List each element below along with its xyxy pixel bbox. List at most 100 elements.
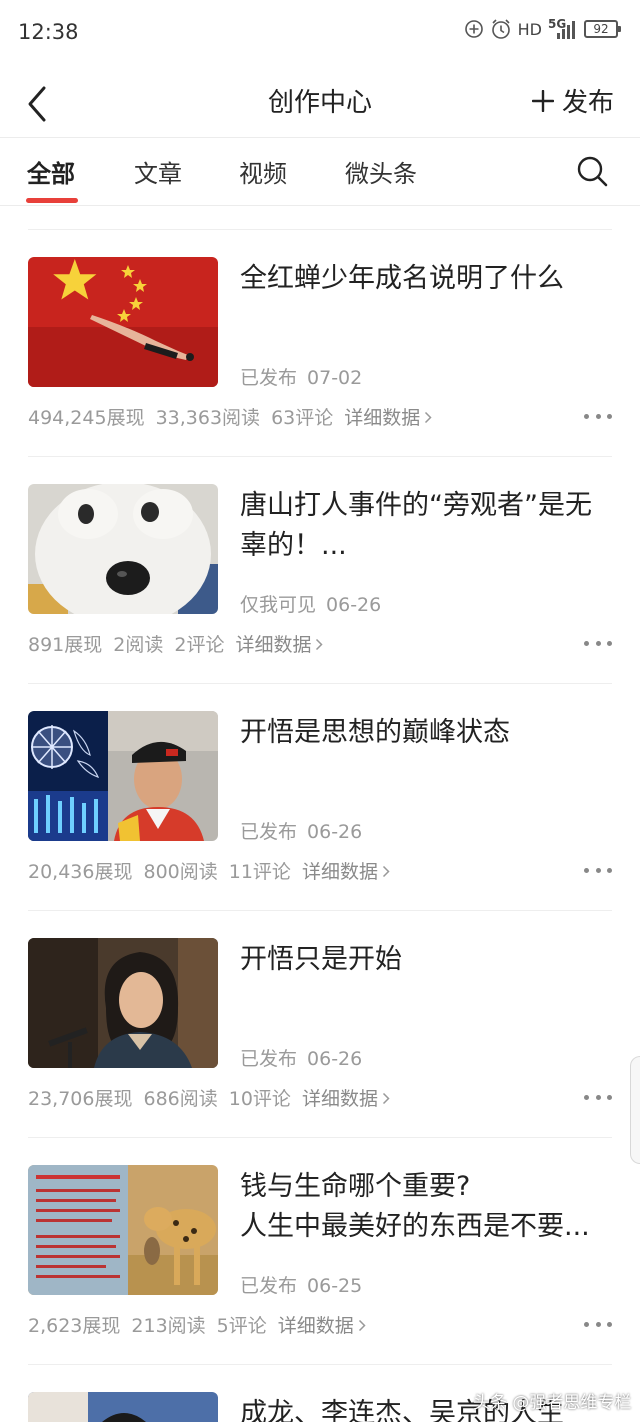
more-options-button[interactable]	[584, 632, 612, 654]
side-scroll-handle[interactable]	[630, 1056, 640, 1164]
more-options-button[interactable]	[584, 1086, 612, 1108]
article-thumbnail	[28, 1165, 218, 1295]
article-meta: 已发布 07-02	[240, 363, 362, 390]
content-tabs: 全部 文章 视频 微头条	[0, 138, 640, 206]
reads-count: 213阅读	[131, 1315, 206, 1337]
publish-date: 06-26	[307, 1048, 363, 1070]
article-title-line: 开悟是思想的巅峰状态	[240, 717, 510, 748]
article-thumbnail	[28, 711, 218, 841]
article-stats: 2,623展现 213阅读 5评论 详细数据	[28, 1311, 377, 1338]
detail-data-link[interactable]: 详细数据	[302, 1088, 390, 1110]
search-icon	[577, 156, 608, 187]
more-options-button[interactable]	[584, 405, 612, 427]
article-thumbnail	[28, 257, 218, 387]
creator-center-page: 12:38 HD 5G 92 创作中心 发布 全部 文章 视频 微头条 全红蝉少…	[0, 0, 640, 1422]
tab-articles[interactable]: 文章	[134, 154, 182, 189]
article-title-line: 钱与生命哪个重要?	[240, 1171, 471, 1202]
detail-data-label: 详细数据	[344, 407, 421, 429]
article-meta: 已发布 06-25	[240, 1271, 362, 1298]
active-tab-indicator	[26, 198, 78, 203]
publish-status: 已发布	[240, 1048, 298, 1070]
publish-status: 仅我可见	[240, 594, 317, 616]
publish-date: 06-25	[307, 1275, 363, 1297]
article-stats: 494,245展现 33,363阅读 63评论 详细数据	[28, 403, 443, 430]
detail-data-link[interactable]: 详细数据	[235, 634, 324, 656]
add-circle-icon	[464, 19, 484, 39]
publish-label: 发布	[561, 88, 614, 118]
article-title[interactable]: 开悟是思想的巅峰状态	[240, 713, 612, 753]
article-title-line: 开悟只是开始	[240, 944, 402, 975]
chevron-right-icon	[382, 1092, 390, 1104]
more-options-button[interactable]	[584, 1313, 612, 1335]
article-item[interactable]: 全红蝉少年成名说明了什么 已发布 07-02 494,245展现 33,363阅读 6…	[0, 229, 640, 457]
reads-count: 686阅读	[143, 1088, 218, 1110]
search-button[interactable]	[576, 155, 608, 187]
article-thumbnail	[28, 938, 218, 1068]
reads-count: 2阅读	[113, 634, 164, 656]
status-bar: 12:38 HD 5G 92	[0, 0, 640, 66]
comments-count: 2评论	[174, 634, 225, 656]
article-title-line: 人生中最美好的东西是不要...	[240, 1211, 590, 1242]
detail-data-label: 详细数据	[301, 1088, 378, 1110]
article-title[interactable]: 开悟只是开始	[240, 940, 612, 980]
publish-date: 07-02	[307, 367, 363, 389]
publish-status: 已发布	[240, 821, 298, 843]
article-title-line: 唐山打人事件的“旁观者”是无	[240, 490, 592, 521]
tab-all[interactable]: 全部	[27, 154, 75, 189]
chevron-right-icon	[382, 865, 390, 877]
reads-count: 800阅读	[143, 861, 218, 883]
battery-icon: 92	[584, 20, 621, 38]
article-item[interactable]: 开悟只是开始 已发布 06-26 23,706展现 686阅读 10评论 详细数据	[0, 910, 640, 1138]
tab-videos[interactable]: 视频	[239, 154, 287, 189]
comments-count: 10评论	[228, 1088, 291, 1110]
article-thumbnail	[28, 484, 218, 614]
comments-count: 63评论	[271, 407, 334, 429]
chevron-right-icon	[358, 1319, 366, 1331]
detail-data-link[interactable]: 详细数据	[344, 407, 432, 429]
article-item[interactable]: 开悟是思想的巅峰状态 已发布 06-26 20,436展现 800阅读 11评论 详细数…	[0, 683, 640, 911]
views-count: 494,245展现	[28, 407, 145, 429]
publish-status: 已发布	[240, 367, 298, 389]
article-meta: 仅我可见 06-26	[240, 590, 381, 617]
status-icons: HD 5G 92	[464, 18, 621, 40]
detail-data-label: 详细数据	[277, 1315, 354, 1337]
article-meta: 已发布 06-26	[240, 817, 362, 844]
detail-data-link[interactable]: 详细数据	[302, 861, 390, 883]
article-thumbnail	[28, 1392, 218, 1422]
article-title[interactable]: 钱与生命哪个重要? 人生中最美好的东西是不要...	[240, 1167, 612, 1247]
status-time: 12:38	[18, 20, 79, 44]
publish-date: 06-26	[307, 821, 363, 843]
article-item[interactable]: 唐山打人事件的“旁观者”是无 辜的！... 仅我可见 06-26 891展现 2阅读…	[0, 456, 640, 684]
article-stats: 23,706展现 686阅读 10评论 详细数据	[28, 1084, 401, 1111]
chevron-right-icon	[316, 638, 324, 650]
back-icon	[28, 86, 46, 122]
chevron-right-icon	[425, 411, 432, 423]
detail-data-label: 详细数据	[301, 861, 378, 883]
publish-button[interactable]: 发布	[531, 82, 614, 119]
publish-date: 06-26	[326, 594, 382, 616]
views-count: 23,706展现	[28, 1088, 133, 1110]
views-count: 891展现	[28, 634, 103, 656]
article-stats: 20,436展现 800阅读 11评论 详细数据	[28, 857, 401, 884]
plus-icon	[531, 89, 554, 112]
signal-icon: 5G	[548, 18, 578, 40]
article-stats: 891展现 2阅读 2评论 详细数据	[28, 630, 334, 657]
article-title[interactable]: 唐山打人事件的“旁观者”是无 辜的！...	[240, 486, 612, 566]
detail-data-label: 详细数据	[235, 634, 312, 656]
comments-count: 5评论	[216, 1315, 267, 1337]
network-hd-label: HD	[517, 19, 542, 39]
article-title[interactable]: 全红蝉少年成名说明了什么	[240, 259, 612, 299]
detail-data-link[interactable]: 详细数据	[278, 1315, 366, 1337]
publish-status: 已发布	[240, 1275, 298, 1297]
article-item[interactable]: 钱与生命哪个重要? 人生中最美好的东西是不要... 已发布 06-25 2,623…	[0, 1137, 640, 1365]
views-count: 2,623展现	[28, 1315, 121, 1337]
tab-micro-posts[interactable]: 微头条	[345, 154, 417, 189]
top-bar: 创作中心 发布	[0, 66, 640, 138]
more-options-button[interactable]	[584, 859, 612, 881]
article-meta: 已发布 06-26	[240, 1044, 362, 1071]
watermark: 头条 @强者思维专栏	[473, 1393, 632, 1413]
back-button[interactable]	[24, 84, 54, 124]
views-count: 20,436展现	[28, 861, 133, 883]
comments-count: 11评论	[228, 861, 291, 883]
article-title-line: 全红蝉少年成名说明了什么	[240, 263, 564, 294]
